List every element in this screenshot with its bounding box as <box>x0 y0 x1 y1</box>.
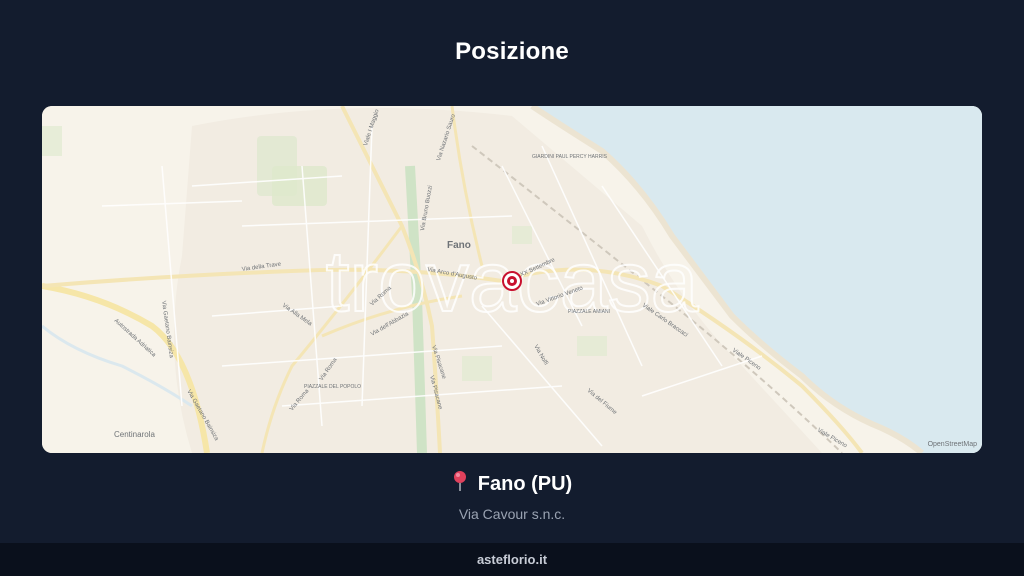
location-name: Fano (PU) <box>477 472 573 495</box>
poi-label: GIARDINI PAUL PERCY HARRIS <box>532 154 608 160</box>
location-address: Via Cavour s.n.c. <box>458 506 566 522</box>
pin-icon <box>452 470 468 498</box>
footer: asteflorio.it <box>0 543 1024 576</box>
city-label: Fano <box>447 240 471 251</box>
map[interactable]: trovacasa Fano Centinarola Viale I Maggi… <box>42 106 982 453</box>
poi-label: PIAZZALE DEL POPOLO <box>304 384 361 390</box>
location-info: Fano (PU) Via Cavour s.n.c. <box>0 470 1024 522</box>
location-marker-icon[interactable] <box>502 271 522 291</box>
district-label: Centinarola <box>114 430 155 439</box>
location-name-row: Fano (PU) <box>452 470 572 498</box>
page-title: Posizione <box>455 38 569 65</box>
footer-brand[interactable]: asteflorio.it <box>477 552 547 567</box>
poi-label: PIAZZALE AMIANI <box>568 309 610 315</box>
map-attribution: OpenStreetMap <box>928 441 978 448</box>
